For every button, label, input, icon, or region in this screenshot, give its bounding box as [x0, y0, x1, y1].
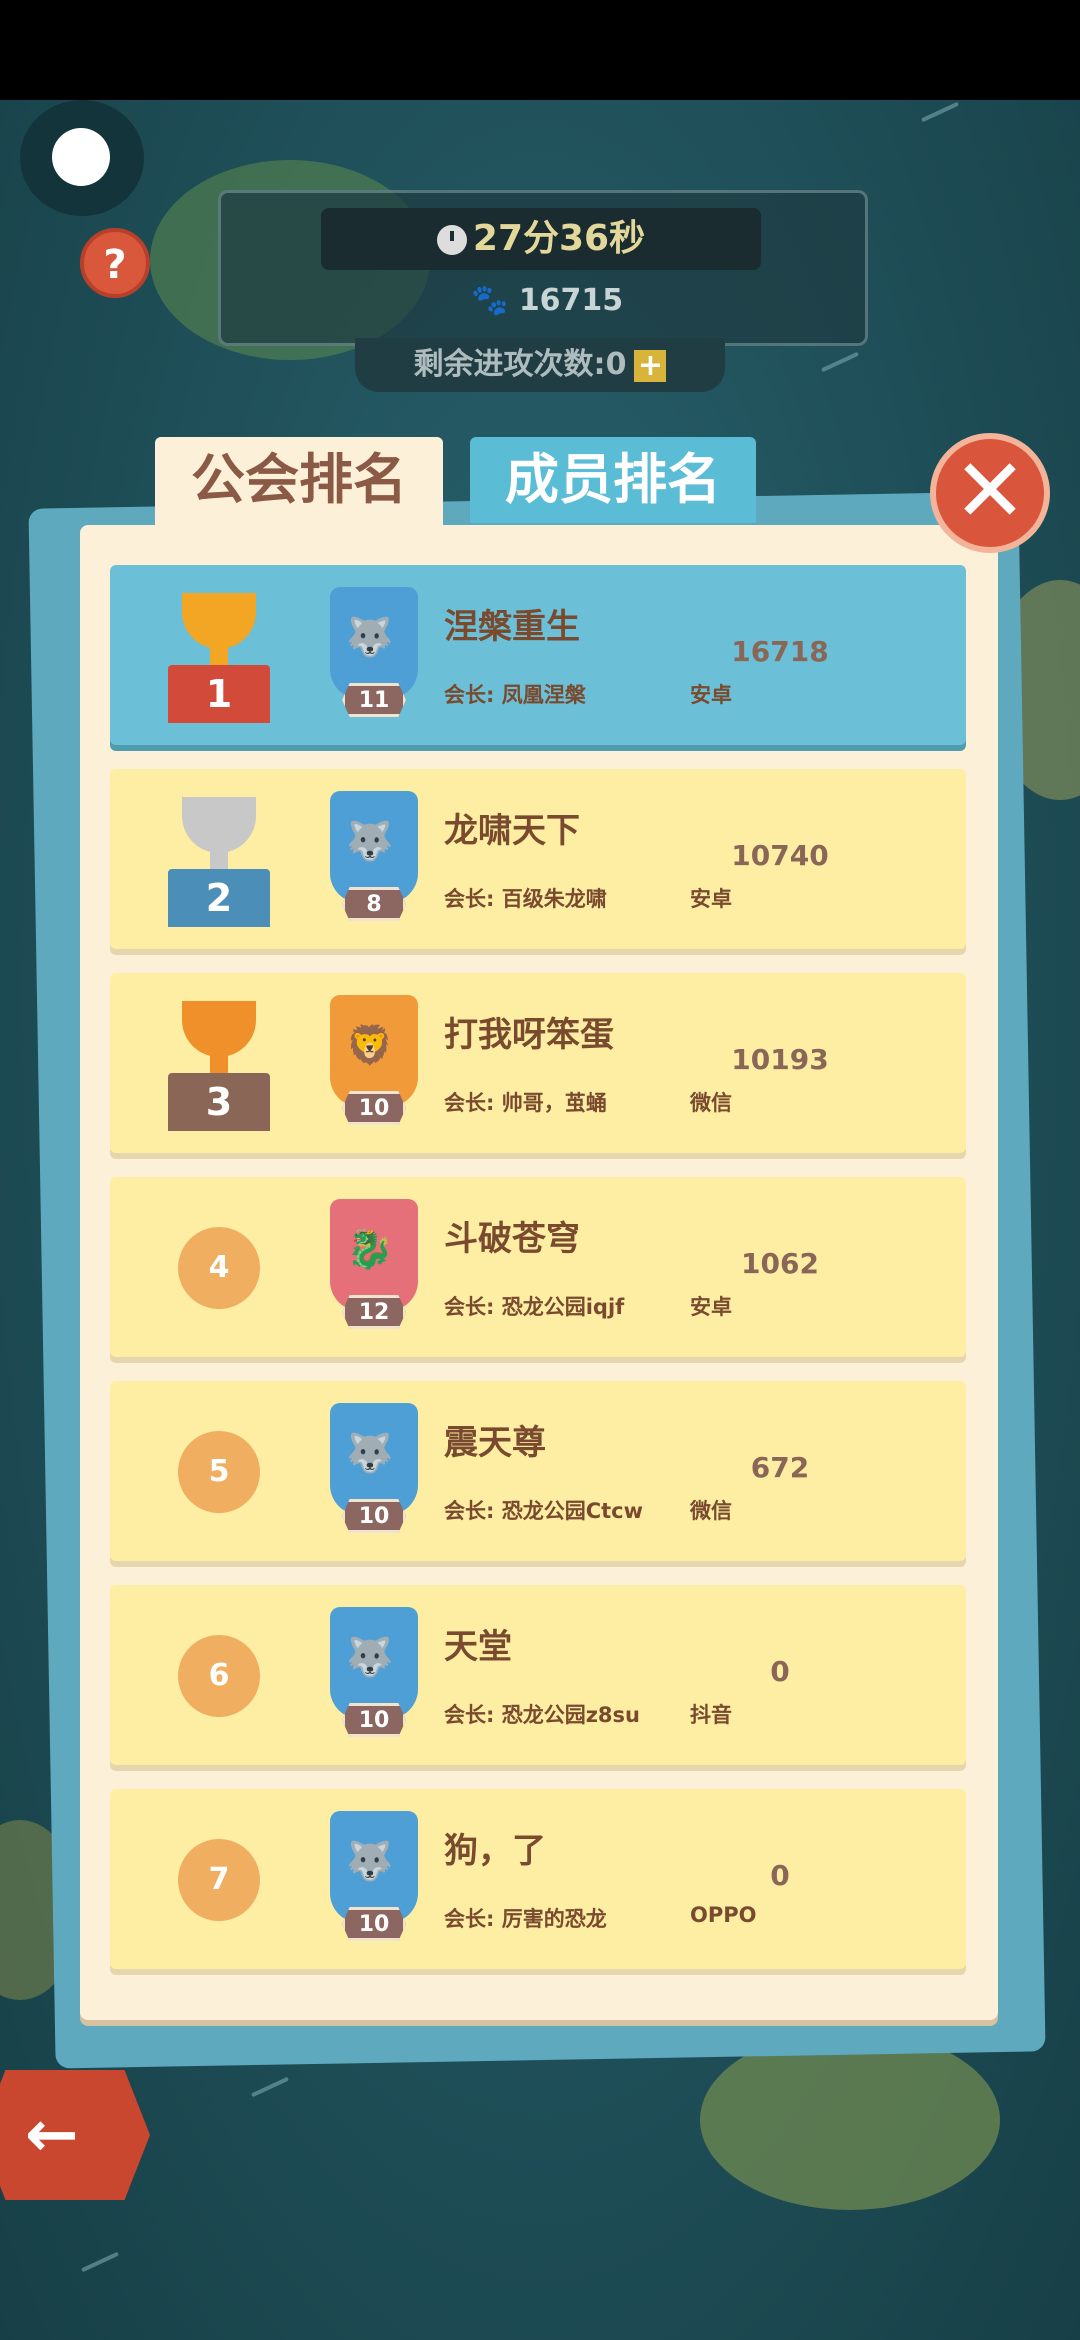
- guild-level: 12: [342, 1295, 406, 1329]
- guild-emblem: 🐺 8: [322, 791, 426, 927]
- status-bar: [0, 0, 1080, 100]
- guild-leader: 会长: 厉害的恐龙: [444, 1907, 607, 1931]
- guild-leader: 会长: 恐龙公园iqjf: [444, 1295, 625, 1319]
- trophy-stem: [210, 1055, 228, 1073]
- clock-icon: [436, 225, 467, 255]
- guild-leader: 会长: 恐龙公园Ctcw: [444, 1499, 644, 1523]
- wolf-icon: 🐺: [346, 819, 394, 863]
- guild-score: 10740: [731, 839, 829, 872]
- guild-row[interactable]: 6 🐺 10 天堂会长: 恐龙公园z8su 抖音 0: [110, 1585, 966, 1765]
- guild-row[interactable]: 5 🐺 10 震天尊会长: 恐龙公园Ctcw 微信 672: [110, 1381, 966, 1561]
- back-arrow-icon: ←: [25, 2098, 79, 2172]
- trophy-stem: [210, 851, 228, 869]
- guild-row[interactable]: 4 🐉 12 斗破苍穹会长: 恐龙公园iqjf 安卓 1062: [110, 1177, 966, 1357]
- attack-counter: 剩余进攻次数:0 +: [355, 338, 725, 392]
- attack-count: 0: [605, 347, 627, 382]
- back-button[interactable]: ←: [0, 2070, 150, 2200]
- rank-badge: 4: [178, 1227, 260, 1309]
- guild-name: 狗，了: [444, 1831, 546, 1871]
- guild-name: 震天尊: [444, 1423, 546, 1463]
- guild-score: 672: [750, 1451, 810, 1484]
- rank-number: 3: [168, 1073, 270, 1131]
- guild-name: 斗破苍穹: [444, 1219, 580, 1259]
- add-attack-button[interactable]: +: [634, 349, 667, 382]
- dragon-icon: 🐉: [346, 1227, 394, 1271]
- guild-platform: 微信: [690, 1499, 732, 1523]
- rank-badge: 6: [178, 1635, 260, 1717]
- timer-text: 27分36秒: [472, 218, 646, 259]
- guild-emblem: 🐺 10: [322, 1403, 426, 1539]
- paw-icon: 🐾: [471, 283, 519, 318]
- wolf-icon: 🐺: [346, 1839, 394, 1883]
- guild-name: 天堂: [444, 1627, 512, 1667]
- guild-leader: 会长: 恐龙公园z8su: [444, 1703, 640, 1727]
- home-button[interactable]: [20, 100, 144, 216]
- wolf-icon: 🐺: [346, 615, 394, 659]
- wolf-icon: 🐺: [346, 1635, 394, 1679]
- wolf-icon: 🐺: [346, 1431, 394, 1475]
- guild-level: 11: [342, 683, 406, 717]
- trophy-icon: 1: [160, 593, 278, 723]
- power-value: 🐾 16715: [471, 283, 623, 318]
- guild-name: 打我呀笨蛋: [444, 1015, 614, 1055]
- guild-row[interactable]: 7 🐺 10 狗，了会长: 厉害的恐龙 OPPO 0: [110, 1789, 966, 1969]
- guild-leader: 会长: 百级朱龙啸: [444, 887, 607, 911]
- guild-platform: 抖音: [690, 1703, 732, 1727]
- raid-status-panel: 27分36秒 🐾 16715: [218, 190, 868, 346]
- rank-number: 1: [168, 665, 270, 723]
- timer: 27分36秒: [321, 208, 761, 270]
- guild-leader: 会长: 帅哥，茧蛹: [444, 1091, 607, 1115]
- close-button[interactable]: ✕: [930, 433, 1050, 553]
- guild-name: 龙啸天下: [444, 811, 580, 851]
- guild-level: 10: [342, 1703, 406, 1737]
- guild-emblem: 🐺 10: [322, 1607, 426, 1743]
- island-bottom: [700, 2030, 1000, 2210]
- guild-level: 8: [342, 887, 406, 921]
- home-dot-icon: [52, 128, 110, 186]
- guild-score: 10193: [731, 1043, 829, 1076]
- help-button[interactable]: ?: [80, 228, 150, 298]
- rank-badge: 5: [178, 1431, 260, 1513]
- guild-row[interactable]: 3 🦁 10 打我呀笨蛋会长: 帅哥，茧蛹 微信 10193: [110, 973, 966, 1153]
- guild-leader: 会长: 凤凰涅槃: [444, 683, 586, 707]
- guild-level: 10: [342, 1499, 406, 1533]
- guild-platform: 安卓: [690, 683, 732, 707]
- attack-label: 剩余进攻次数:: [413, 347, 606, 382]
- guild-platform: OPPO: [690, 1903, 757, 1927]
- tab-member-ranking[interactable]: 成员排名: [470, 437, 756, 523]
- tab-guild-ranking[interactable]: 公会排名: [155, 437, 443, 537]
- guild-emblem: 🦁 10: [322, 995, 426, 1131]
- guild-emblem: 🐺 10: [322, 1811, 426, 1947]
- guild-score: 0: [770, 1655, 790, 1688]
- guild-row[interactable]: 2 🐺 8 龙啸天下 会长: 百级朱龙啸 安卓 10740: [110, 769, 966, 949]
- rank-badge: 7: [178, 1839, 260, 1921]
- guild-score: 1062: [741, 1247, 819, 1280]
- guild-level: 10: [342, 1091, 406, 1125]
- guild-emblem: 🐉 12: [322, 1199, 426, 1335]
- guild-platform: 微信: [690, 1091, 732, 1115]
- power-text: 16715: [518, 283, 624, 318]
- lion-icon: 🦁: [346, 1023, 394, 1067]
- trophy-cup: [182, 593, 256, 649]
- trophy-icon: 2: [160, 797, 278, 927]
- guild-row[interactable]: 1 🐺 11 涅槃重生会长: 凤凰涅槃 安卓 16718: [110, 565, 966, 745]
- trophy-icon: 3: [160, 1001, 278, 1131]
- guild-platform: 安卓: [690, 1295, 732, 1319]
- trophy-stem: [210, 647, 228, 665]
- trophy-cup: [182, 1001, 256, 1057]
- guild-level: 10: [342, 1907, 406, 1941]
- guild-platform: 安卓: [690, 887, 732, 911]
- guild-score: 0: [770, 1859, 790, 1892]
- guild-name: 涅槃重生: [444, 607, 580, 647]
- guild-emblem: 🐺 11: [322, 587, 426, 723]
- rank-number: 2: [168, 869, 270, 927]
- trophy-cup: [182, 797, 256, 853]
- guild-score: 16718: [731, 635, 829, 668]
